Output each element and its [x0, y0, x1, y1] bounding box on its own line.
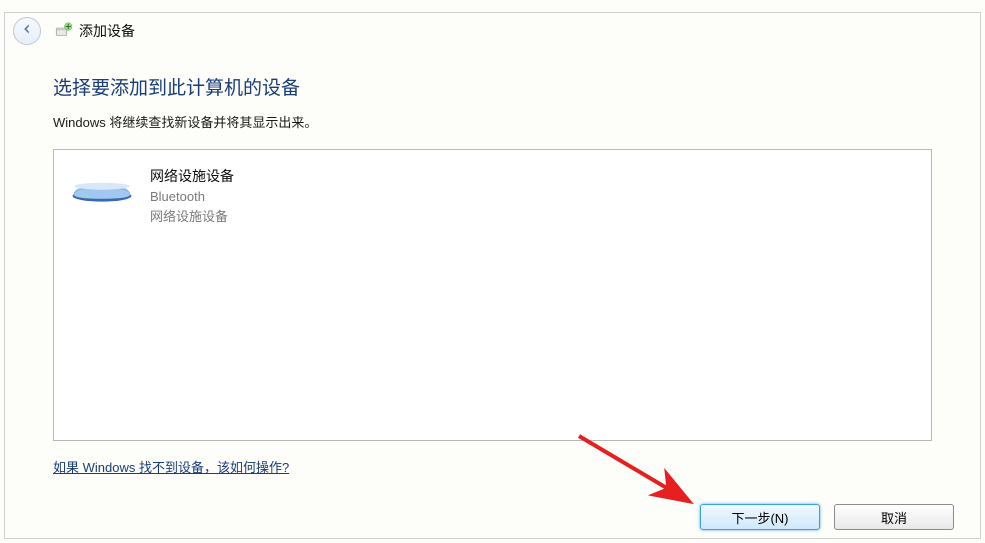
back-arrow-icon [20, 22, 34, 41]
network-device-icon [66, 168, 138, 210]
cancel-button[interactable]: 取消 [834, 504, 954, 530]
subtext: Windows 将继续查找新设备并将其显示出来。 [53, 112, 932, 131]
footer-buttons: 下一步(N) 取消 [700, 504, 954, 530]
content-area: 选择要添加到此计算机的设备 Windows 将继续查找新设备并将其显示出来。 网… [5, 49, 980, 489]
back-button[interactable] [13, 17, 41, 45]
device-item[interactable]: 网络设施设备 Bluetooth 网络设施设备 [62, 158, 923, 232]
device-name: 网络设施设备 [150, 166, 234, 187]
device-list: 网络设施设备 Bluetooth 网络设施设备 [53, 149, 932, 441]
help-link[interactable]: 如果 Windows 找不到设备，该如何操作? [53, 457, 289, 476]
device-category: 网络设施设备 [150, 207, 234, 227]
add-device-icon [53, 21, 73, 41]
device-text: 网络设施设备 Bluetooth 网络设施设备 [150, 164, 234, 226]
dialog-frame: 添加设备 选择要添加到此计算机的设备 Windows 将继续查找新设备并将其显示… [4, 12, 981, 539]
next-button[interactable]: 下一步(N) [700, 504, 820, 530]
window-title: 添加设备 [79, 21, 135, 41]
device-type: Bluetooth [150, 187, 234, 207]
heading: 选择要添加到此计算机的设备 [53, 73, 932, 100]
titlebar: 添加设备 [5, 13, 980, 49]
